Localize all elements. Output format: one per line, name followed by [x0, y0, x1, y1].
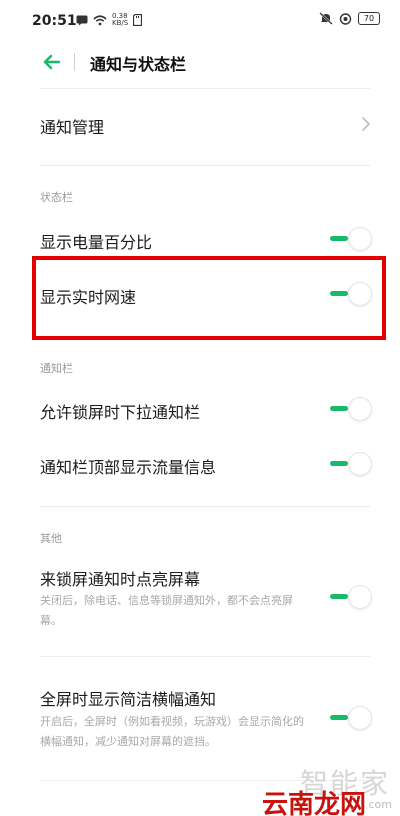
message-icon: [76, 15, 88, 25]
toggle-track: [330, 715, 348, 720]
highlight-box: [32, 256, 386, 340]
net-speed: 0.38 KB/S: [112, 12, 129, 27]
toggle-track: [330, 461, 348, 466]
lockscreen-pulldown-label: 允许锁屏时下拉通知栏: [40, 403, 201, 422]
watermark-url: com: [368, 798, 393, 811]
wake-screen-description: 关闭后，除电话、信息等锁屏通知外，都不会点亮屏幕。: [40, 594, 293, 627]
toggle-knob: [348, 397, 372, 421]
sd-card-icon: [133, 14, 143, 26]
watermark-bottom: 云南龙网: [262, 790, 367, 816]
toggle-track: [330, 406, 348, 411]
title-divider: [74, 53, 75, 71]
toggle-knob: [348, 227, 372, 251]
fullscreen-banner-toggle[interactable]: [328, 706, 372, 730]
divider: [40, 656, 370, 657]
wake-screen-toggle[interactable]: [328, 585, 372, 609]
fullscreen-banner-label: 全屏时显示简洁横幅通知: [40, 690, 217, 709]
page-title: 通知与状态栏: [90, 55, 187, 74]
divider: [40, 165, 370, 166]
back-arrow-icon[interactable]: [40, 50, 64, 74]
toggle-track: [330, 594, 348, 599]
alarm-icon: [339, 13, 352, 25]
toggle-knob: [348, 585, 372, 609]
title-bar: 通知与状态栏: [0, 40, 400, 84]
lockscreen-pulldown-toggle[interactable]: [328, 397, 372, 421]
toggle-knob: [348, 452, 372, 476]
traffic-info-label: 通知栏顶部显示流量信息: [40, 458, 217, 477]
status-time: 20:51: [32, 13, 77, 29]
divider: [40, 506, 370, 507]
mute-bell-icon: [319, 12, 333, 25]
wifi-icon: [93, 14, 107, 25]
status-bar: 20:51 0.38 KB/S 70: [0, 0, 400, 40]
toggle-track: [330, 236, 348, 241]
traffic-info-toggle[interactable]: [328, 452, 372, 476]
toggle-knob: [348, 706, 372, 730]
divider: [40, 88, 370, 89]
battery-indicator: 70: [358, 12, 380, 25]
section-label-notification-bar: 通知栏: [40, 362, 73, 375]
section-label-status-bar: 状态栏: [40, 191, 73, 204]
wake-screen-label: 来锁屏通知时点亮屏幕: [40, 570, 201, 589]
battery-percent-label: 显示电量百分比: [40, 233, 153, 252]
battery-percent-toggle[interactable]: [328, 227, 372, 251]
chevron-right-icon: [362, 117, 370, 131]
fullscreen-banner-description: 开启后，全屏时（例如看视频，玩游戏）会显示简化的横幅通知，减少通知对屏幕的遮挡。: [40, 715, 304, 748]
section-label-other: 其他: [40, 532, 62, 545]
notification-manage-label: 通知管理: [40, 118, 105, 137]
watermark: 智能家 云南龙网 com: [258, 760, 400, 816]
